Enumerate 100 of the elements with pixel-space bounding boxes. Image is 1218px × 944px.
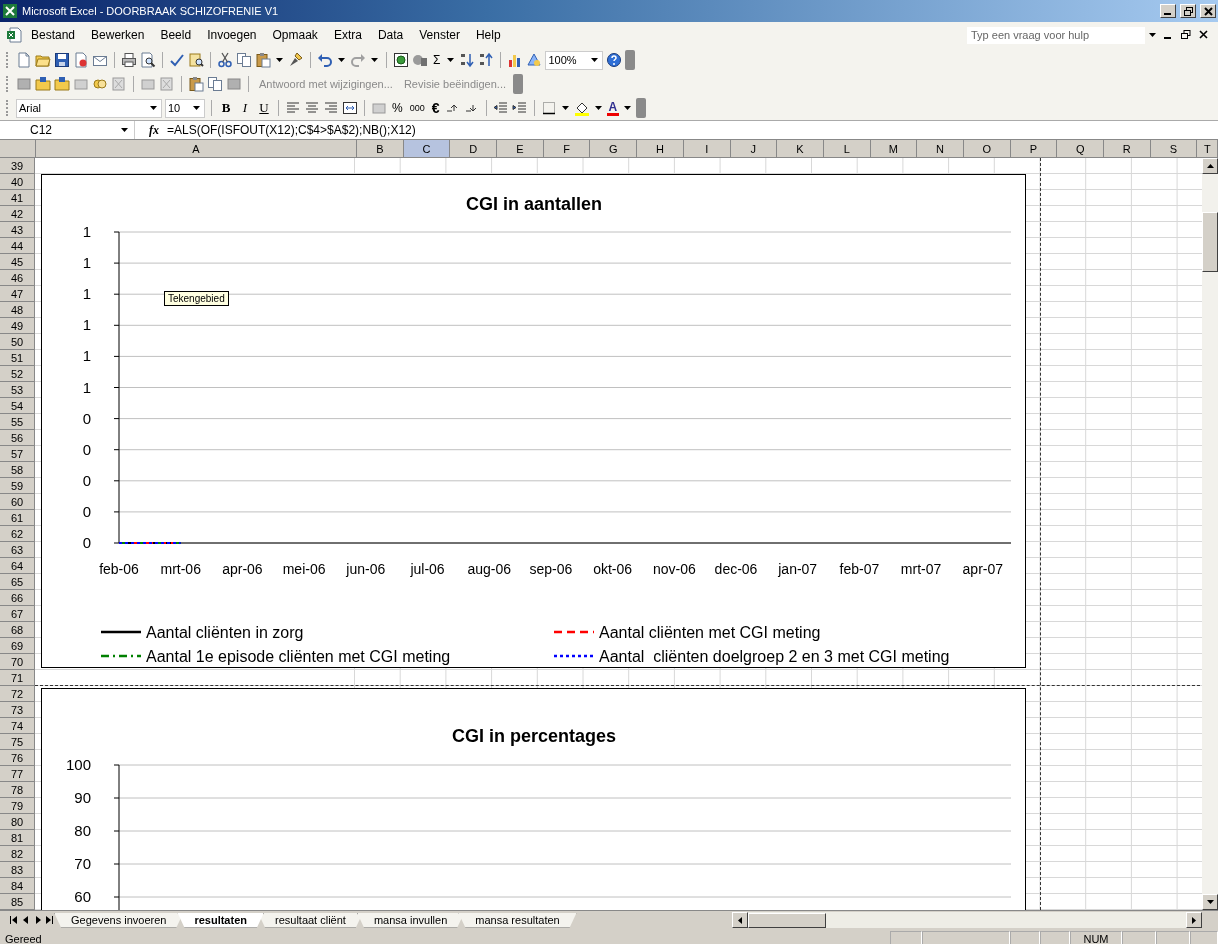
row-number[interactable]: 41: [0, 190, 35, 206]
sort-descending-icon[interactable]: [478, 52, 495, 68]
borders-icon[interactable]: [540, 100, 557, 116]
chart-area[interactable]: [41, 174, 1026, 668]
row-number[interactable]: 56: [0, 430, 35, 446]
align-left-icon[interactable]: [285, 100, 301, 116]
row-number[interactable]: 53: [0, 382, 35, 398]
row-number[interactable]: 77: [0, 766, 35, 782]
row-number[interactable]: 43: [0, 222, 35, 238]
menu-item[interactable]: Extra: [326, 26, 369, 44]
underline-button[interactable]: U: [256, 100, 272, 116]
italic-button[interactable]: I: [237, 100, 253, 116]
dropdown-arrow-icon[interactable]: [590, 58, 598, 62]
dropdown-arrow-icon[interactable]: [193, 106, 200, 110]
column-header[interactable]: L: [823, 140, 871, 157]
font-name-field[interactable]: Arial: [16, 98, 162, 118]
row-number[interactable]: 46: [0, 270, 35, 286]
row-number[interactable]: 47: [0, 286, 35, 302]
percent-button[interactable]: %: [390, 101, 405, 115]
circles-icon[interactable]: [92, 76, 108, 92]
scrollbar-thumb[interactable]: [748, 912, 826, 928]
row-number[interactable]: 72: [0, 686, 35, 702]
row-number[interactable]: 42: [0, 206, 35, 222]
row-number[interactable]: 69: [0, 638, 35, 654]
row-number[interactable]: 60: [0, 494, 35, 510]
row-number[interactable]: 71: [0, 670, 35, 686]
row-number[interactable]: 39: [0, 158, 35, 174]
permission-icon[interactable]: [73, 52, 89, 68]
folder-icon[interactable]: [35, 76, 51, 92]
menu-item[interactable]: Venster: [412, 26, 467, 44]
menu-item[interactable]: Opmaak: [265, 26, 325, 44]
new-document-icon[interactable]: [16, 52, 32, 68]
scroll-left-button[interactable]: [732, 912, 748, 928]
thousands-button[interactable]: 000: [407, 103, 427, 113]
shapes-icon[interactable]: [412, 52, 428, 68]
paste-icon[interactable]: [255, 52, 271, 68]
row-number[interactable]: 59: [0, 478, 35, 494]
column-header[interactable]: I: [683, 140, 731, 157]
restore-icon[interactable]: [1178, 30, 1194, 40]
copy-icon[interactable]: [207, 76, 223, 92]
row-number[interactable]: 79: [0, 798, 35, 814]
restore-button[interactable]: [1180, 4, 1196, 18]
previous-sheet-icon[interactable]: [22, 916, 30, 924]
menu-item[interactable]: Bewerken: [84, 26, 152, 44]
column-header[interactable]: A: [36, 140, 357, 157]
column-header[interactable]: D: [450, 140, 498, 157]
row-number[interactable]: 68: [0, 622, 35, 638]
row-number[interactable]: 52: [0, 366, 35, 382]
column-header[interactable]: S: [1150, 140, 1198, 157]
column-header[interactable]: C: [403, 140, 451, 157]
dropdown-arrow-icon[interactable]: [276, 58, 283, 62]
fill-color-icon[interactable]: [573, 100, 590, 116]
menu-item[interactable]: Bestand: [24, 26, 83, 44]
row-number[interactable]: 61: [0, 510, 35, 526]
menu-item[interactable]: Beeld: [153, 26, 199, 44]
outdent-icon[interactable]: [492, 100, 509, 116]
row-number[interactable]: 51: [0, 350, 35, 366]
row-number[interactable]: 67: [0, 606, 35, 622]
print-icon[interactable]: [121, 52, 137, 68]
menu-item[interactable]: Data: [370, 26, 411, 44]
save-icon[interactable]: [54, 52, 70, 68]
row-number[interactable]: 40: [0, 174, 35, 190]
row-number[interactable]: 48: [0, 302, 35, 318]
sheet-tab[interactable]: mansa resultaten: [458, 912, 577, 928]
row-number[interactable]: 81: [0, 830, 35, 846]
column-header[interactable]: T: [1197, 140, 1218, 157]
row-number[interactable]: 84: [0, 878, 35, 894]
formula-field[interactable]: =ALS(OF(ISFOUT(X12);C$4>$A$2);NB();X12): [167, 123, 416, 137]
insert-function-button[interactable]: fx: [135, 122, 167, 138]
column-header[interactable]: H: [637, 140, 684, 157]
column-header[interactable]: J: [730, 140, 778, 157]
row-number[interactable]: 66: [0, 590, 35, 606]
row-number[interactable]: 80: [0, 814, 35, 830]
row-number[interactable]: 45: [0, 254, 35, 270]
hyperlink-icon[interactable]: [393, 52, 409, 68]
row-number[interactable]: 58: [0, 462, 35, 478]
workbook-icon[interactable]: [6, 27, 22, 43]
row-number[interactable]: 85: [0, 894, 35, 910]
dropdown-arrow-icon[interactable]: [447, 58, 455, 62]
row-number[interactable]: 44: [0, 238, 35, 254]
row-number[interactable]: 64: [0, 558, 35, 574]
dropdown-arrow-icon[interactable]: [338, 58, 345, 62]
column-header[interactable]: P: [1010, 140, 1058, 157]
undo-icon[interactable]: [317, 52, 333, 68]
row-number[interactable]: 78: [0, 782, 35, 798]
row-number[interactable]: 73: [0, 702, 35, 718]
help-icon[interactable]: [605, 52, 622, 68]
column-header[interactable]: B: [357, 140, 404, 157]
row-number[interactable]: 82: [0, 846, 35, 862]
help-search-field[interactable]: Typ een vraag voor hulp: [967, 26, 1145, 44]
row-number[interactable]: 75: [0, 734, 35, 750]
dropdown-arrow-icon[interactable]: [624, 106, 632, 110]
merge-cells-icon[interactable]: [342, 100, 358, 116]
column-header[interactable]: N: [917, 140, 964, 157]
row-number[interactable]: 83: [0, 862, 35, 878]
column-header[interactable]: F: [543, 140, 591, 157]
bold-button[interactable]: B: [218, 100, 234, 116]
first-sheet-icon[interactable]: [10, 916, 18, 924]
font-size-field[interactable]: 10: [165, 98, 205, 118]
column-header[interactable]: Q: [1057, 140, 1104, 157]
